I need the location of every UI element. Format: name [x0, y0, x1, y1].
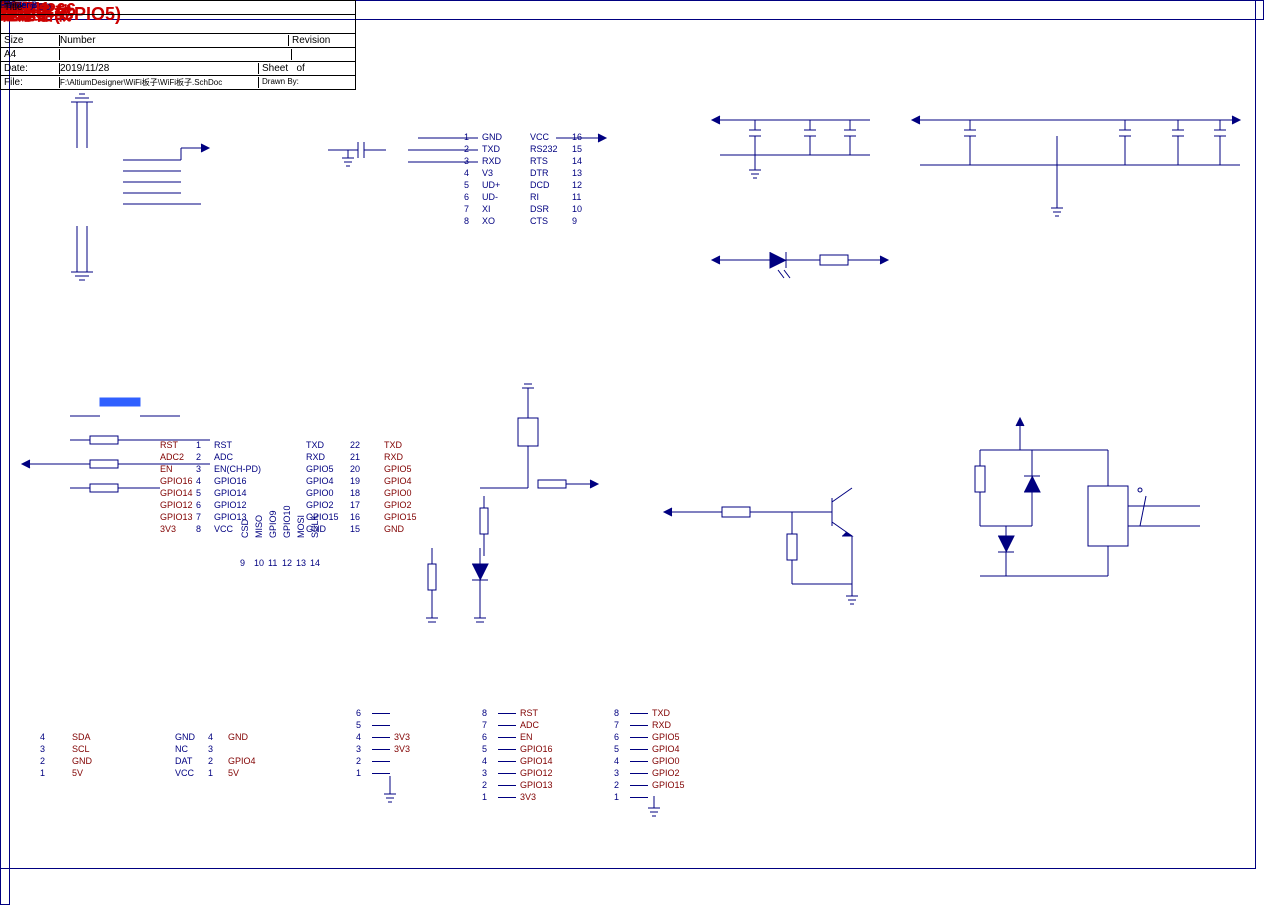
u1-wiring: [418, 128, 638, 248]
title-block: Title SizeNumberRevision A4 Date:2019/11…: [0, 0, 356, 90]
relay-coil-side: [960, 426, 1260, 616]
c1-cap: [328, 130, 408, 190]
power-wiring: [720, 100, 1250, 220]
esp-right-wiring: [420, 388, 620, 648]
relay-transistor: [672, 492, 912, 632]
schematic-sheet: 1 2 3 4 1 2 程序下载 P1 USB_M VSS VSS VSS VS…: [0, 0, 1264, 905]
power-led: [720, 248, 930, 298]
p1-wiring: [51, 88, 211, 298]
